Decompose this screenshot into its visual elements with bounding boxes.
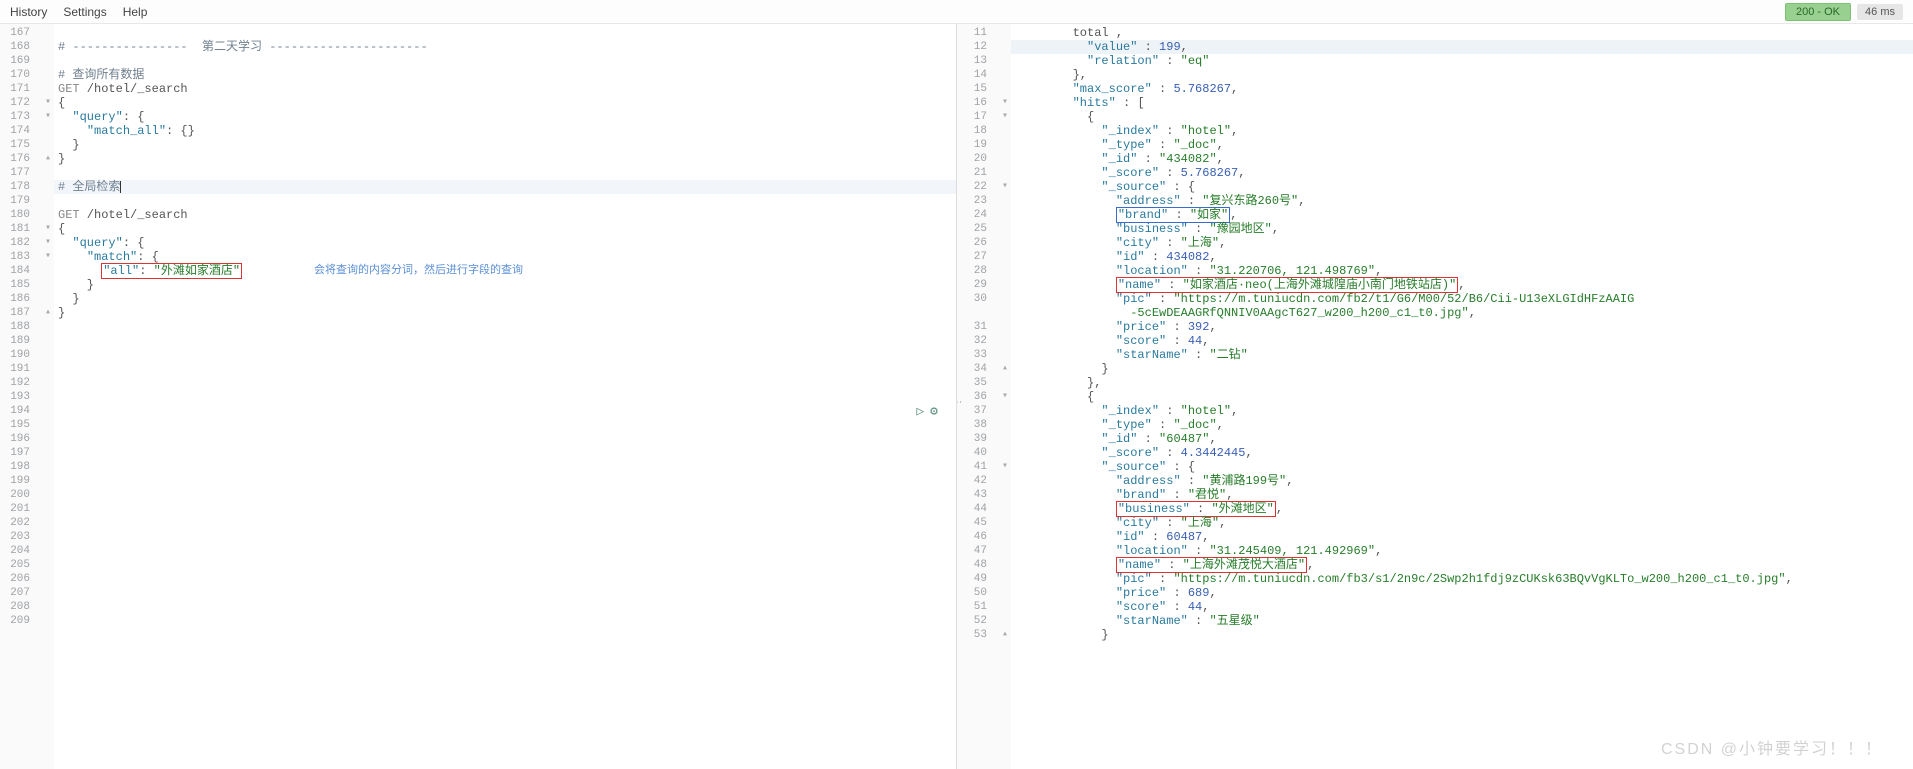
status-badge: 200 - OK xyxy=(1785,3,1851,21)
fold-column-right: ▾▾▾▴▾▾▴ xyxy=(999,24,1011,769)
fold-column-left: ▾▾▴▾▾▾▴ xyxy=(42,24,54,769)
play-icon[interactable]: ▷ xyxy=(916,404,924,419)
line-gutter-right: 1112131415161718192021222324252627282930… xyxy=(957,24,999,769)
request-editor[interactable]: # ---------------- 第二天学习 ---------------… xyxy=(54,24,956,769)
watermark: CSDN @小钟要学习！！！ xyxy=(1661,735,1883,759)
menu-history[interactable]: History xyxy=(10,5,47,19)
menu-settings[interactable]: Settings xyxy=(63,5,106,19)
run-controls: ▷ ⚙ xyxy=(916,404,938,419)
request-editor-pane[interactable]: 1671681691701711721731741751761771781791… xyxy=(0,24,957,769)
wrench-icon[interactable]: ⚙ xyxy=(930,404,938,419)
response-viewer[interactable]: total , "value" : 199, "relation" : "eq"… xyxy=(1011,24,1913,769)
top-menu-bar: History Settings Help 200 - OK 46 ms xyxy=(0,0,1913,24)
splitter-handle[interactable]: ⋮ xyxy=(957,397,961,417)
response-pane: ⋮ 11121314151617181920212223242526272829… xyxy=(957,24,1913,769)
menu-help[interactable]: Help xyxy=(123,5,148,19)
timing-badge: 46 ms xyxy=(1857,4,1903,20)
line-gutter-left: 1671681691701711721731741751761771781791… xyxy=(0,24,42,769)
